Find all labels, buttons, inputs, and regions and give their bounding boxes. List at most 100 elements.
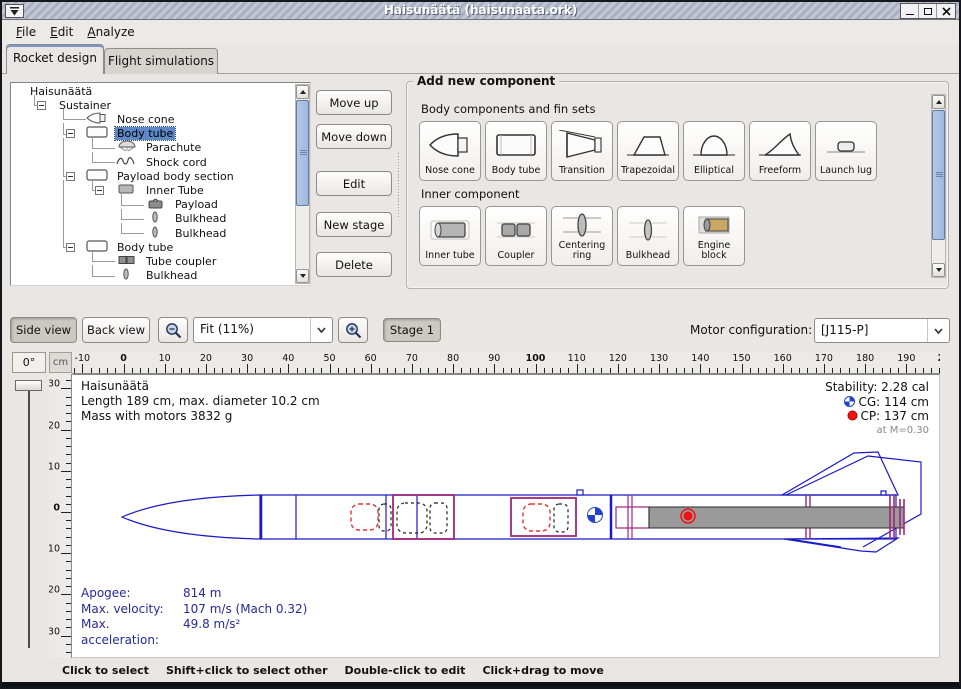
component-button-bulkhead[interactable]: Bulkhead <box>617 206 679 266</box>
scrollbar-thumb[interactable] <box>932 110 945 240</box>
cp-value: CP: 137 cm <box>861 409 929 423</box>
window-bottom-edge <box>2 682 959 687</box>
tree-item-shock-cord[interactable]: Shock cord <box>12 155 295 169</box>
tree-item-bulkhead[interactable]: Bulkhead <box>12 226 295 240</box>
section-label: Body components and fin sets <box>421 102 919 116</box>
scroll-up-button[interactable] <box>296 85 309 99</box>
tree-item-sustainer[interactable]: Sustainer <box>12 98 295 112</box>
payload-outline <box>397 503 427 533</box>
tree-item-bulkhead[interactable]: Bulkhead <box>12 212 295 226</box>
tree-item-nose-cone[interactable]: Nose cone <box>12 112 295 126</box>
tab-flight-simulations[interactable]: Flight simulations <box>104 48 218 74</box>
bulkhead-icon <box>144 226 168 241</box>
tree-item-haisun-t-[interactable]: Haisunäätä <box>12 84 295 98</box>
edit-button[interactable]: Edit <box>316 171 392 196</box>
scroll-down-button[interactable] <box>932 263 945 277</box>
back-view-button[interactable]: Back view <box>82 317 150 343</box>
menu-edit[interactable]: Edit <box>50 25 73 39</box>
component-button-nose-cone[interactable]: Nose cone <box>419 121 481 181</box>
menu-bar: File Edit Analyze <box>2 21 959 44</box>
tree-item-body-tube[interactable]: Body tube <box>12 127 295 141</box>
component-button-trapezoidal[interactable]: Trapezoidal <box>617 121 679 181</box>
component-button-freeform[interactable]: Freeform <box>749 121 811 181</box>
menu-file[interactable]: File <box>16 25 36 39</box>
bodytube-icon <box>86 126 110 141</box>
bulkhead-icon <box>144 211 168 226</box>
new-stage-button[interactable]: New stage <box>316 212 392 237</box>
bodytube-icon <box>86 169 110 184</box>
component-button-label: Engine block <box>686 241 742 261</box>
rocket-canvas[interactable]: Haisunäätä Length 189 cm, max. diameter … <box>72 374 940 658</box>
rotation-slider-thumb[interactable] <box>15 380 42 391</box>
tree-item-inner-tube[interactable]: Inner Tube <box>12 183 295 197</box>
tree-expander-icon[interactable] <box>66 172 75 181</box>
tree-item-payload-body-section[interactable]: Payload body section <box>12 169 295 183</box>
shockcord-icon <box>115 155 139 170</box>
component-button-inner-tube[interactable]: Inner tube <box>419 206 481 266</box>
tree-scrollbar[interactable] <box>295 84 310 284</box>
flight-stat-row: Max. velocity:107 m/s (Mach 0.32) <box>81 602 307 618</box>
component-button-transition[interactable]: Transition <box>551 121 613 181</box>
maximize-icon <box>924 8 932 15</box>
cg-marker <box>588 508 603 523</box>
maximize-button[interactable] <box>919 4 937 18</box>
component-button-body-tube[interactable]: Body tube <box>485 121 547 181</box>
component-button-engine-block[interactable]: Engine block <box>683 206 745 266</box>
horizontal-ruler: -100102030405060708090100110120130140150… <box>72 352 940 374</box>
tree-expander-icon[interactable] <box>66 243 75 252</box>
move-up-button[interactable]: Move up <box>316 90 392 115</box>
payload-icon <box>144 197 168 212</box>
tree-expander-icon[interactable] <box>37 101 46 110</box>
status-hint: Click to select <box>62 664 149 677</box>
elliptical-icon <box>691 124 737 166</box>
component-button-label: Centering ring <box>554 241 610 261</box>
tree-item-payload[interactable]: Payload <box>12 198 295 212</box>
tree-expander-icon[interactable] <box>95 186 104 195</box>
component-button-elliptical[interactable]: Elliptical <box>683 121 745 181</box>
component-button-centering-ring[interactable]: Centering ring <box>551 206 613 266</box>
vertical-ruler: -30-20-100102030 <box>49 374 72 658</box>
scrollbar-thumb[interactable] <box>296 100 309 206</box>
minimize-button[interactable] <box>901 4 919 18</box>
nosecone-icon <box>427 124 473 166</box>
rocket-name: Haisunäätä <box>81 379 320 394</box>
menu-analyze[interactable]: Analyze <box>87 25 134 39</box>
rocket-dimensions: Length 189 cm, max. diameter 10.2 cm <box>81 394 320 409</box>
tree-item-body-tube[interactable]: Body tube <box>12 240 295 254</box>
flight-stats: Apogee:814 mMax. velocity:107 m/s (Mach … <box>81 586 307 648</box>
stage-1-toggle[interactable]: Stage 1 <box>383 318 441 342</box>
side-view-button[interactable]: Side view <box>10 317 77 343</box>
motor-configuration-value: [J115-P] <box>815 319 927 342</box>
delete-button[interactable]: Delete <box>316 252 392 277</box>
tree-item-label: Shock cord <box>144 156 209 169</box>
coupler-icon <box>115 254 139 269</box>
magnifier-minus-icon <box>164 321 183 340</box>
tree-item-parachute[interactable]: Parachute <box>12 141 295 155</box>
component-tree[interactable]: HaisunäätäSustainerNose coneBody tubePar… <box>12 84 295 284</box>
component-button-coupler[interactable]: Coupler <box>485 206 547 266</box>
zoom-in-button[interactable] <box>338 317 368 343</box>
zoom-level-combo[interactable]: Fit (11%) <box>193 317 333 343</box>
tree-item-label: Haisunäätä <box>28 85 94 98</box>
motor-configuration-combo[interactable]: [J115-P] <box>814 318 950 343</box>
component-button-label: Body tube <box>492 166 541 176</box>
tree-item-label: Body tube <box>115 127 175 140</box>
zoom-out-button[interactable] <box>158 317 188 343</box>
splitter-handle[interactable] <box>397 152 400 218</box>
transition-icon <box>559 124 605 166</box>
move-down-button[interactable]: Move down <box>316 124 392 149</box>
title-bar[interactable]: Haisunäätä (haisunaata.ork) <box>2 2 959 20</box>
tab-rocket-design[interactable]: Rocket design <box>6 44 104 74</box>
component-button-launch-lug[interactable]: Launch lug <box>815 121 877 181</box>
tree-item-bulkhead[interactable]: Bulkhead <box>12 269 295 283</box>
close-button[interactable] <box>937 4 955 18</box>
tree-item-label: Bulkhead <box>173 212 228 225</box>
scroll-down-button[interactable] <box>296 269 309 283</box>
component-scrollbar[interactable] <box>931 94 946 278</box>
tree-expander-icon[interactable] <box>66 129 75 138</box>
tree-item-tube-coupler[interactable]: Tube coupler <box>12 254 295 268</box>
tree-item-label: Payload body section <box>115 170 236 183</box>
scroll-up-button[interactable] <box>932 95 945 109</box>
rotation-slider-track[interactable] <box>28 380 30 648</box>
arrow-down-icon <box>300 274 306 278</box>
